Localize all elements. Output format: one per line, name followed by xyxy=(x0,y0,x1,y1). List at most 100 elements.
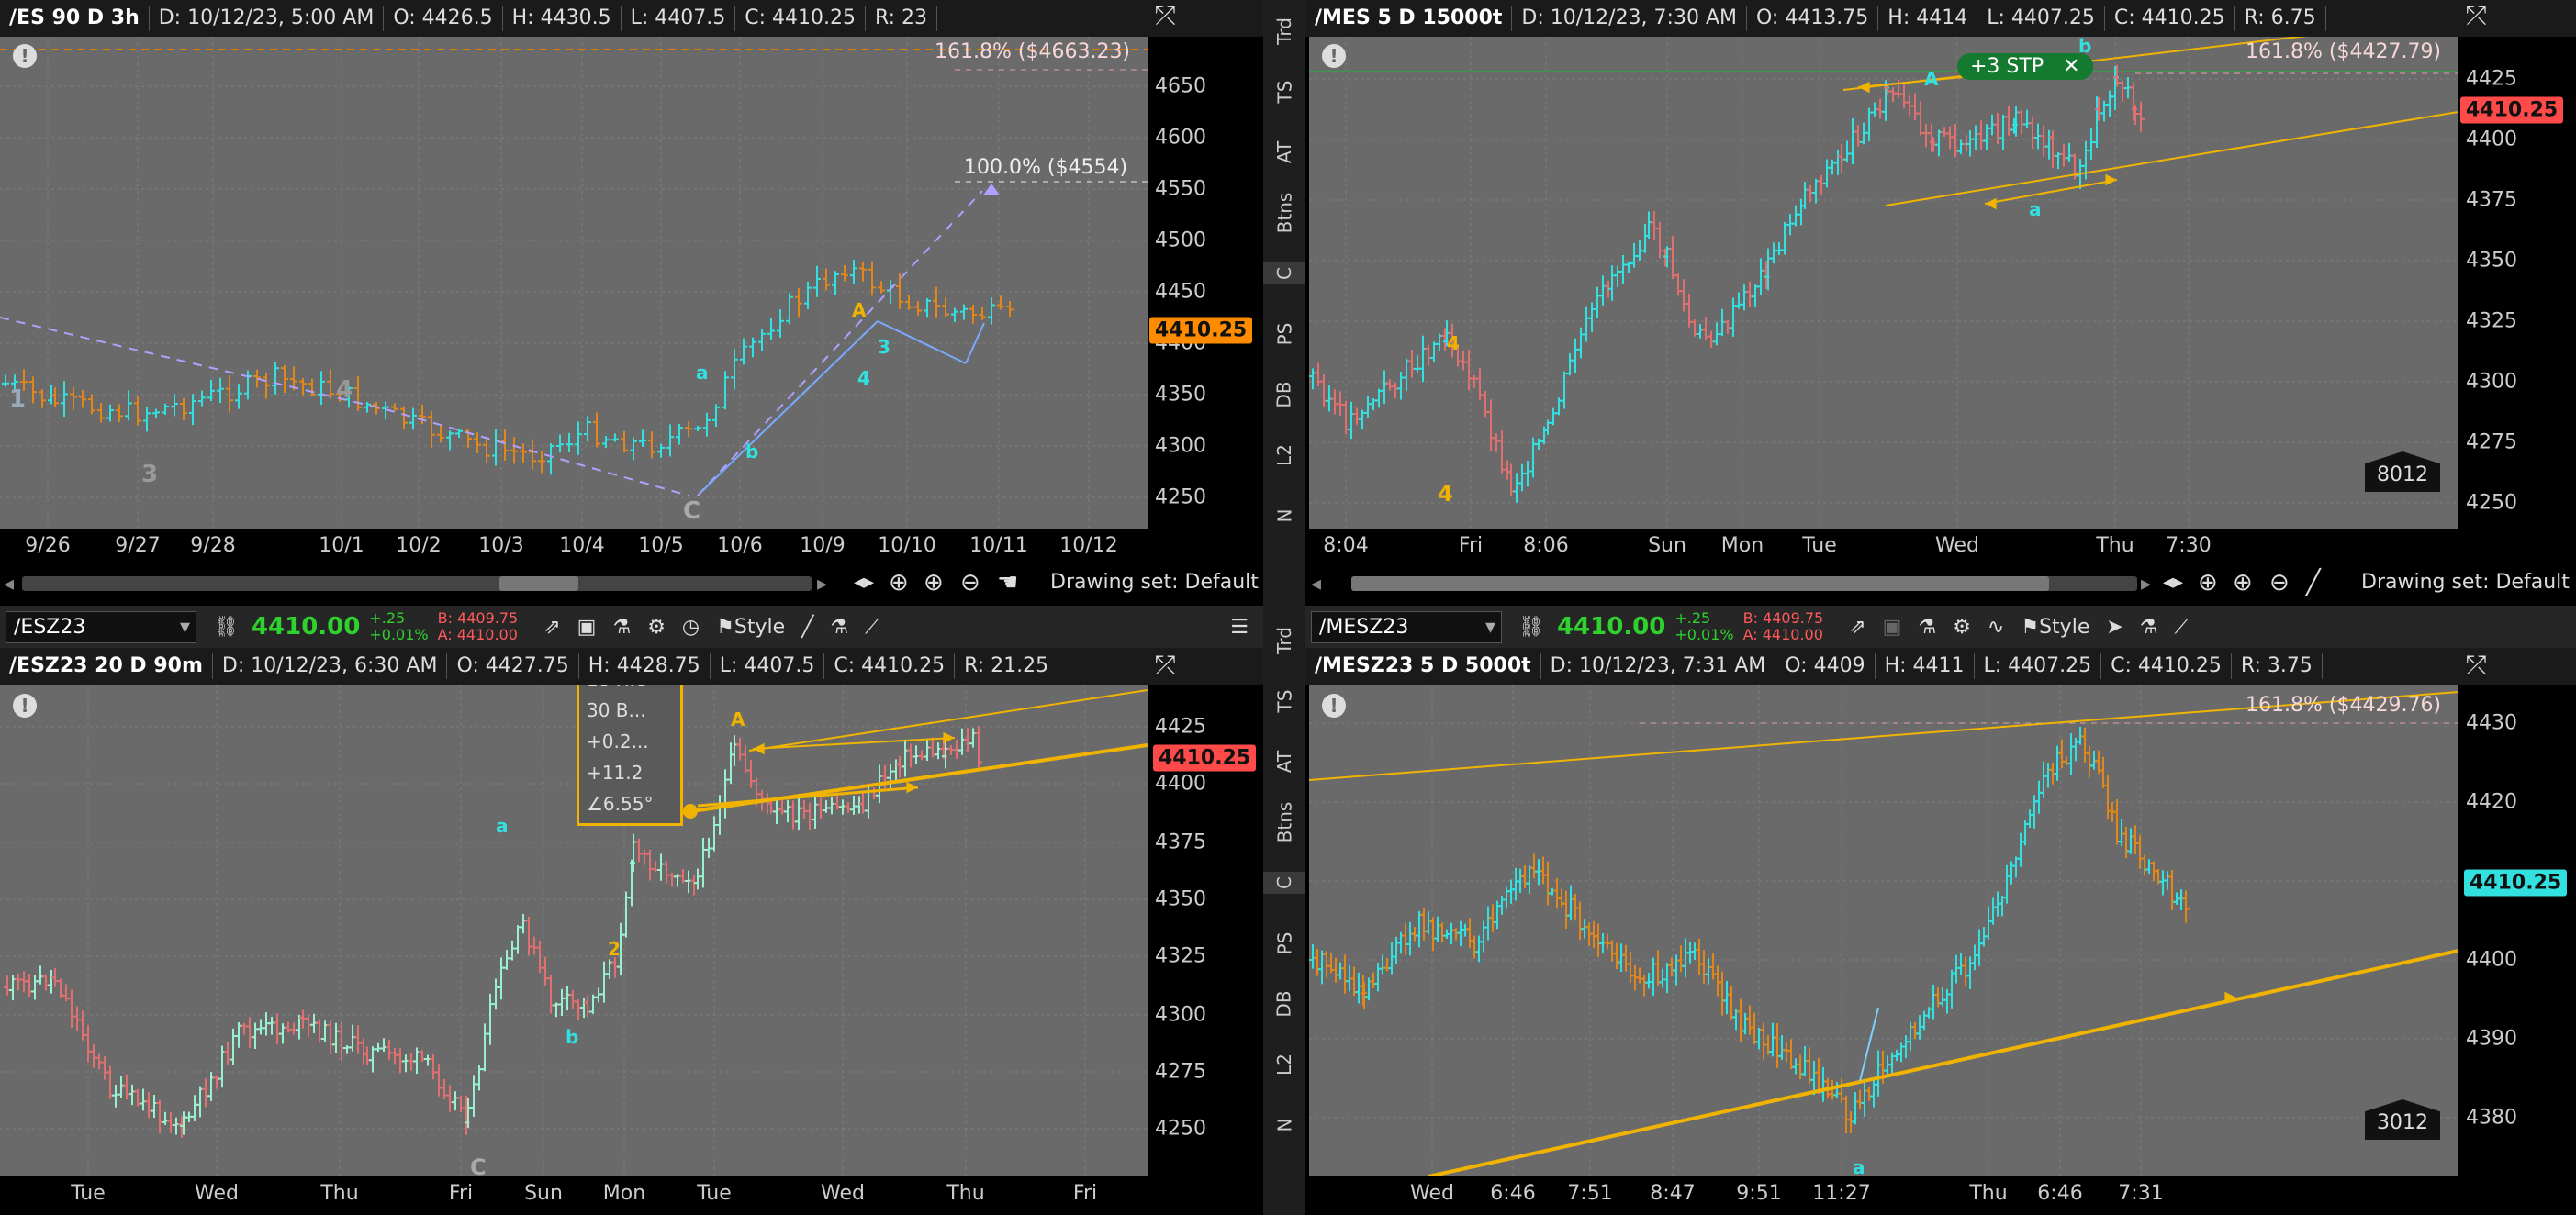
style-button[interactable]: ⚑ Style xyxy=(2021,616,2089,639)
chart-settings-icon[interactable]: ⤱ xyxy=(2466,650,2499,683)
sidebar-item-l2[interactable]: L2 xyxy=(1263,444,1305,466)
pencil-icon[interactable]: ╱ xyxy=(2306,569,2321,596)
share-icon[interactable]: ⇗ xyxy=(1849,616,1865,639)
tooltip-line: ∠6.55° xyxy=(587,793,654,815)
studies-flask-icon[interactable]: ⚗ xyxy=(612,616,631,639)
chart-settings-icon[interactable]: ⤱ xyxy=(2466,0,2499,33)
zoom-out-icon[interactable]: ⊖ xyxy=(2269,569,2290,596)
zoom-in-icon[interactable]: ⊕ xyxy=(2233,569,2253,596)
sidebar-item-btns[interactable]: Btns xyxy=(1263,193,1305,234)
price-plot[interactable]: ! 161.8% ($4427.79) +3 STP ✕ 4 4 A a b 8… xyxy=(1309,37,2458,529)
sidebar-item-ps[interactable]: PS xyxy=(1263,932,1305,955)
chart-settings-icon[interactable]: ⤱ xyxy=(1155,650,1188,683)
scroll-thumb[interactable] xyxy=(1351,576,2049,591)
drawing-set[interactable]: Drawing set: Default xyxy=(1050,571,1259,594)
scroll-left-icon[interactable]: ◂ xyxy=(4,573,14,596)
indicator-icon[interactable]: ∿ xyxy=(1988,616,2004,639)
sidebar-item-db[interactable]: DB xyxy=(1263,381,1305,407)
header-high: H: 4411 xyxy=(1876,653,1975,679)
chart-symbol[interactable]: /MESZ23 5 D 5000t xyxy=(1305,653,1541,679)
sidebar-item-c[interactable]: C xyxy=(1263,262,1305,284)
price-plot[interactable]: ! 161.8% ($4429.76) a 3012 xyxy=(1309,685,2458,1176)
header-range: R: 23 xyxy=(866,6,937,31)
expand-icon[interactable]: ◂▸ xyxy=(2163,571,2183,594)
scroll-right-icon[interactable]: ▸ xyxy=(817,573,827,596)
wave-label-c: C xyxy=(470,1154,487,1176)
header-close: C: 4410.25 xyxy=(824,653,956,679)
x-axis[interactable]: 8:04 Fri 8:06 Sun Mon Tue Wed Thu 7:30 xyxy=(1309,529,2458,565)
sidebar-item-ts[interactable]: TS xyxy=(1263,690,1305,713)
snapshot-icon[interactable]: ▣ xyxy=(577,616,597,639)
sidebar-item-db[interactable]: DB xyxy=(1263,990,1305,1017)
symbol-selector[interactable]: /ESZ23 ▾ xyxy=(6,610,196,643)
cursor-icon[interactable]: ➤ xyxy=(2106,616,2122,639)
drawing-line-icon[interactable]: ╱ xyxy=(801,616,813,639)
sidebar-item-at[interactable]: AT xyxy=(1263,141,1305,163)
price-bars-svg xyxy=(1309,37,2458,529)
sidebar-item-c[interactable]: C xyxy=(1263,872,1305,894)
alert-icon[interactable]: ! xyxy=(13,44,37,68)
crosshair-icon[interactable]: ⊕ xyxy=(889,569,909,596)
studies-flask-icon[interactable]: ⚗ xyxy=(1918,616,1936,639)
sidebar-item-btns[interactable]: Btns xyxy=(1263,802,1305,843)
sidebar-item-l2[interactable]: L2 xyxy=(1263,1053,1305,1076)
chart-symbol[interactable]: /MES 5 D 15000t xyxy=(1305,6,1513,31)
y-axis[interactable]: 4425 4400 4375 4350 4325 4300 4275 4250 … xyxy=(2458,37,2576,529)
pattern-icon[interactable]: ⟋ xyxy=(865,616,879,639)
scroll-right-icon[interactable]: ▸ xyxy=(2141,573,2151,596)
crosshair-icon[interactable]: ⊕ xyxy=(2198,569,2218,596)
x-tick: Wed xyxy=(1935,534,1979,557)
x-axis[interactable]: 9/26 9/27 9/28 10/1 10/2 10/3 10/4 10/5 … xyxy=(0,529,1148,565)
y-tick: 4600 xyxy=(1155,126,1206,150)
flask-icon[interactable]: ⚗ xyxy=(830,616,848,639)
scroll-track[interactable] xyxy=(22,576,812,591)
sidebar-item-n[interactable]: N xyxy=(1263,505,1305,527)
zoom-in-icon[interactable]: ⊕ xyxy=(924,569,944,596)
gear-icon[interactable]: ⚙ xyxy=(1953,616,1971,639)
order-close-icon[interactable]: ✕ xyxy=(2063,55,2079,78)
drawing-set[interactable]: Drawing set: Default xyxy=(2361,571,2570,594)
snapshot-icon[interactable]: ▣ xyxy=(1883,616,1902,639)
expand-icon[interactable]: ◂▸ xyxy=(854,571,874,594)
chart-symbol[interactable]: /ES 90 D 3h xyxy=(0,6,150,31)
clock-icon[interactable]: ◷ xyxy=(682,616,700,639)
ask-value: A: 4410.00 xyxy=(1742,626,1823,643)
alert-icon[interactable]: ! xyxy=(1322,694,1346,718)
x-axis[interactable]: Wed 6:46 7:51 8:47 9:51 11:27 Thu 6:46 7… xyxy=(1309,1176,2458,1215)
alert-icon[interactable]: ! xyxy=(1322,44,1346,68)
alert-icon[interactable]: ! xyxy=(13,694,37,718)
gear-icon[interactable]: ⚙ xyxy=(647,616,666,639)
chart-settings-icon[interactable]: ⤱ xyxy=(1155,0,1188,33)
link-icon[interactable]: ⛓ xyxy=(213,616,239,639)
order-badge[interactable]: +3 STP ✕ xyxy=(1957,53,2093,80)
y-axis[interactable]: 4430 4420 4410 4400 4390 4380 4410.25 xyxy=(2458,685,2576,1176)
scroll-thumb[interactable] xyxy=(499,576,578,591)
x-axis[interactable]: Tue Wed Thu Fri Sun Mon Tue Wed Thu Fri xyxy=(0,1176,1148,1215)
x-tick: 9/27 xyxy=(115,534,161,557)
tooltip-line: 30 B... xyxy=(587,699,646,721)
flask-icon[interactable]: ⚗ xyxy=(2140,616,2158,639)
pan-hand-icon[interactable]: ☚ xyxy=(997,569,1018,596)
price-plot[interactable]: ! 18 Hrs 30 B... +0.2... +11.2 ∠6.55° a … xyxy=(0,685,1148,1176)
sidebar-item-trd[interactable]: Trd xyxy=(1263,17,1305,45)
sidebar-item-n[interactable]: N xyxy=(1263,1114,1305,1136)
price-plot[interactable]: ! 161.8% ($4663.23) 100.0% ($4554) 1 3 4… xyxy=(0,37,1148,529)
symbol-selector[interactable]: /MESZ23 ▾ xyxy=(1311,610,1502,643)
sidebar-item-ps[interactable]: PS xyxy=(1263,323,1305,346)
zoom-out-icon[interactable]: ⊖ xyxy=(960,569,980,596)
x-tick: 6:46 xyxy=(2037,1182,2083,1205)
link-icon[interactable]: ⛓ xyxy=(1518,616,1544,639)
style-button[interactable]: ⚑ Style xyxy=(716,616,785,639)
y-axis[interactable]: 4425 4400 4375 4350 4325 4300 4275 4250 … xyxy=(1148,685,1263,1176)
pattern-icon[interactable]: ⟋ xyxy=(2175,616,2189,639)
sidebar-item-trd[interactable]: Trd xyxy=(1263,627,1305,654)
x-tick: 6:46 xyxy=(1490,1182,1536,1205)
sidebar-item-ts[interactable]: TS xyxy=(1263,81,1305,104)
fib-1618-label: 161.8% ($4663.23) xyxy=(935,40,1131,63)
chart-symbol[interactable]: /ESZ23 20 D 90m xyxy=(0,653,213,679)
sidebar-item-at[interactable]: AT xyxy=(1263,751,1305,773)
share-icon[interactable]: ⇗ xyxy=(543,616,560,639)
x-tick: 10/1 xyxy=(319,534,364,557)
scroll-left-icon[interactable]: ◂ xyxy=(1311,573,1321,596)
menu-icon[interactable]: ☰ xyxy=(1230,616,1249,639)
